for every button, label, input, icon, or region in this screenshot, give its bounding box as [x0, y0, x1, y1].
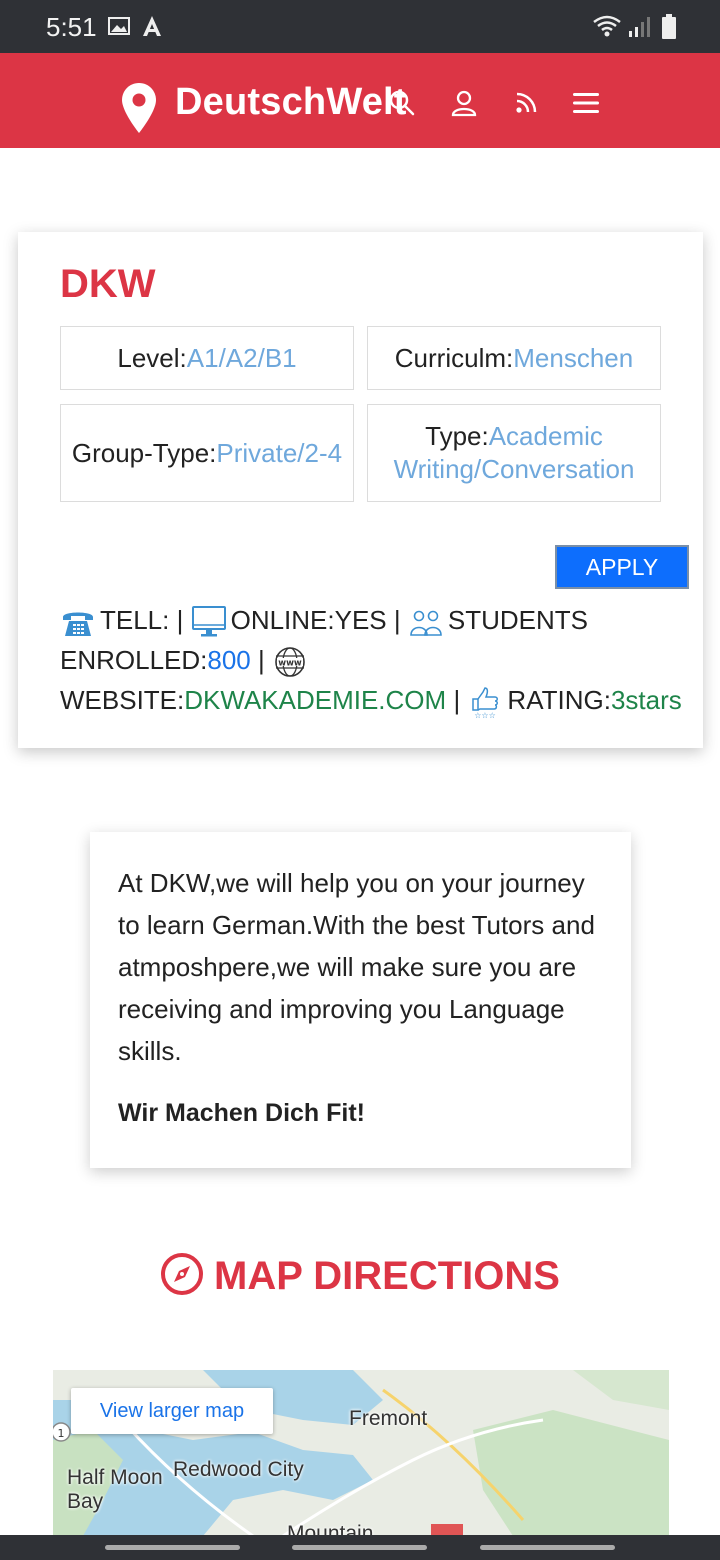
about-motto: Wir Machen Dich Fit! [118, 1099, 366, 1127]
computer-monitor-icon [191, 606, 226, 637]
school-card: DKW Level:A1/A2/B1 Curriculm:Menschen Gr… [18, 232, 703, 748]
group-type-box: Group-Type:Private/2-4 [60, 404, 354, 502]
thumbs-up-rating-icon: ☆☆☆ [472, 687, 499, 719]
map-label-fremont: Fremont [349, 1407, 428, 1430]
school-meta: TELL: | ONLINE:YES | STUDENTS ENROLLED:8… [60, 605, 682, 720]
map-label-mountain-view: Mountain [287, 1522, 374, 1536]
wifi-icon [593, 15, 621, 37]
map-directions-heading: MAP DIRECTIONS [0, 1253, 720, 1299]
type-label: Type: [425, 421, 489, 451]
school-name: DKW [60, 262, 156, 306]
group-type-label: Group-Type: [71, 437, 217, 468]
font-a-icon [143, 16, 161, 36]
nav-pill-home[interactable] [292, 1545, 427, 1550]
type-box: Type:Academic Writing/Conversation [367, 404, 661, 502]
svg-text:1: 1 [58, 1427, 65, 1440]
svg-text:www: www [278, 659, 302, 669]
view-larger-map-link[interactable]: View larger map [71, 1388, 273, 1434]
status-time: 5:51 [46, 12, 97, 42]
online-label: ONLINE:YES | [230, 605, 401, 635]
level-label: Level: [117, 342, 187, 373]
rating-value: 3stars [610, 685, 682, 715]
image-icon [108, 17, 130, 35]
curriculum-box: Curriculm:Menschen [367, 326, 661, 390]
nav-pill-right[interactable] [480, 1545, 615, 1550]
battery-icon [662, 14, 676, 39]
students-icon [410, 610, 442, 636]
navigation-gesture-bar [0, 1535, 720, 1560]
website-link[interactable]: DKWAKADEMIE.COM [184, 685, 446, 715]
level-box: Level:A1/A2/B1 [60, 326, 354, 390]
telephone-icon [63, 612, 93, 637]
user-icon[interactable] [450, 89, 478, 117]
compass-icon [161, 1253, 204, 1296]
map-label-redwood-city: Redwood City [173, 1458, 304, 1481]
rating-label: RATING: [507, 685, 611, 715]
map-heading-text: MAP DIRECTIONS [214, 1254, 560, 1298]
navbar: DeutschWelt [0, 53, 720, 148]
website-label: WEBSITE: [60, 685, 185, 715]
status-bar: 5:51 [0, 0, 720, 53]
group-type-value[interactable]: Private/2-4 [216, 438, 342, 468]
embedded-map[interactable]: 1 View larger map Fremont Redwood City H… [53, 1370, 669, 1536]
curriculum-label: Curriculm: [394, 342, 514, 373]
brand-title[interactable]: DeutschWelt [175, 81, 407, 124]
students-value: 800 [207, 645, 251, 675]
apply-button[interactable]: APPLY [555, 545, 689, 589]
about-text: At DKW,we will help you on your journey … [118, 868, 595, 1066]
signal-icon [629, 17, 650, 37]
map-label-half-moon-bay: Half Moon Bay [67, 1466, 163, 1513]
level-value[interactable]: A1/A2/B1 [187, 343, 297, 373]
curriculum-value[interactable]: Menschen [513, 343, 633, 373]
map-pin-icon[interactable] [120, 81, 158, 135]
about-card: At DKW,we will help you on your journey … [90, 832, 631, 1168]
search-icon[interactable] [388, 89, 416, 117]
tell-label: TELL: | [100, 605, 184, 635]
rss-icon[interactable] [512, 89, 540, 117]
menu-icon[interactable] [572, 89, 600, 117]
svg-text:☆☆☆: ☆☆☆ [475, 711, 497, 719]
globe-www-icon: www [275, 647, 305, 677]
nav-pill-left[interactable] [105, 1545, 240, 1550]
